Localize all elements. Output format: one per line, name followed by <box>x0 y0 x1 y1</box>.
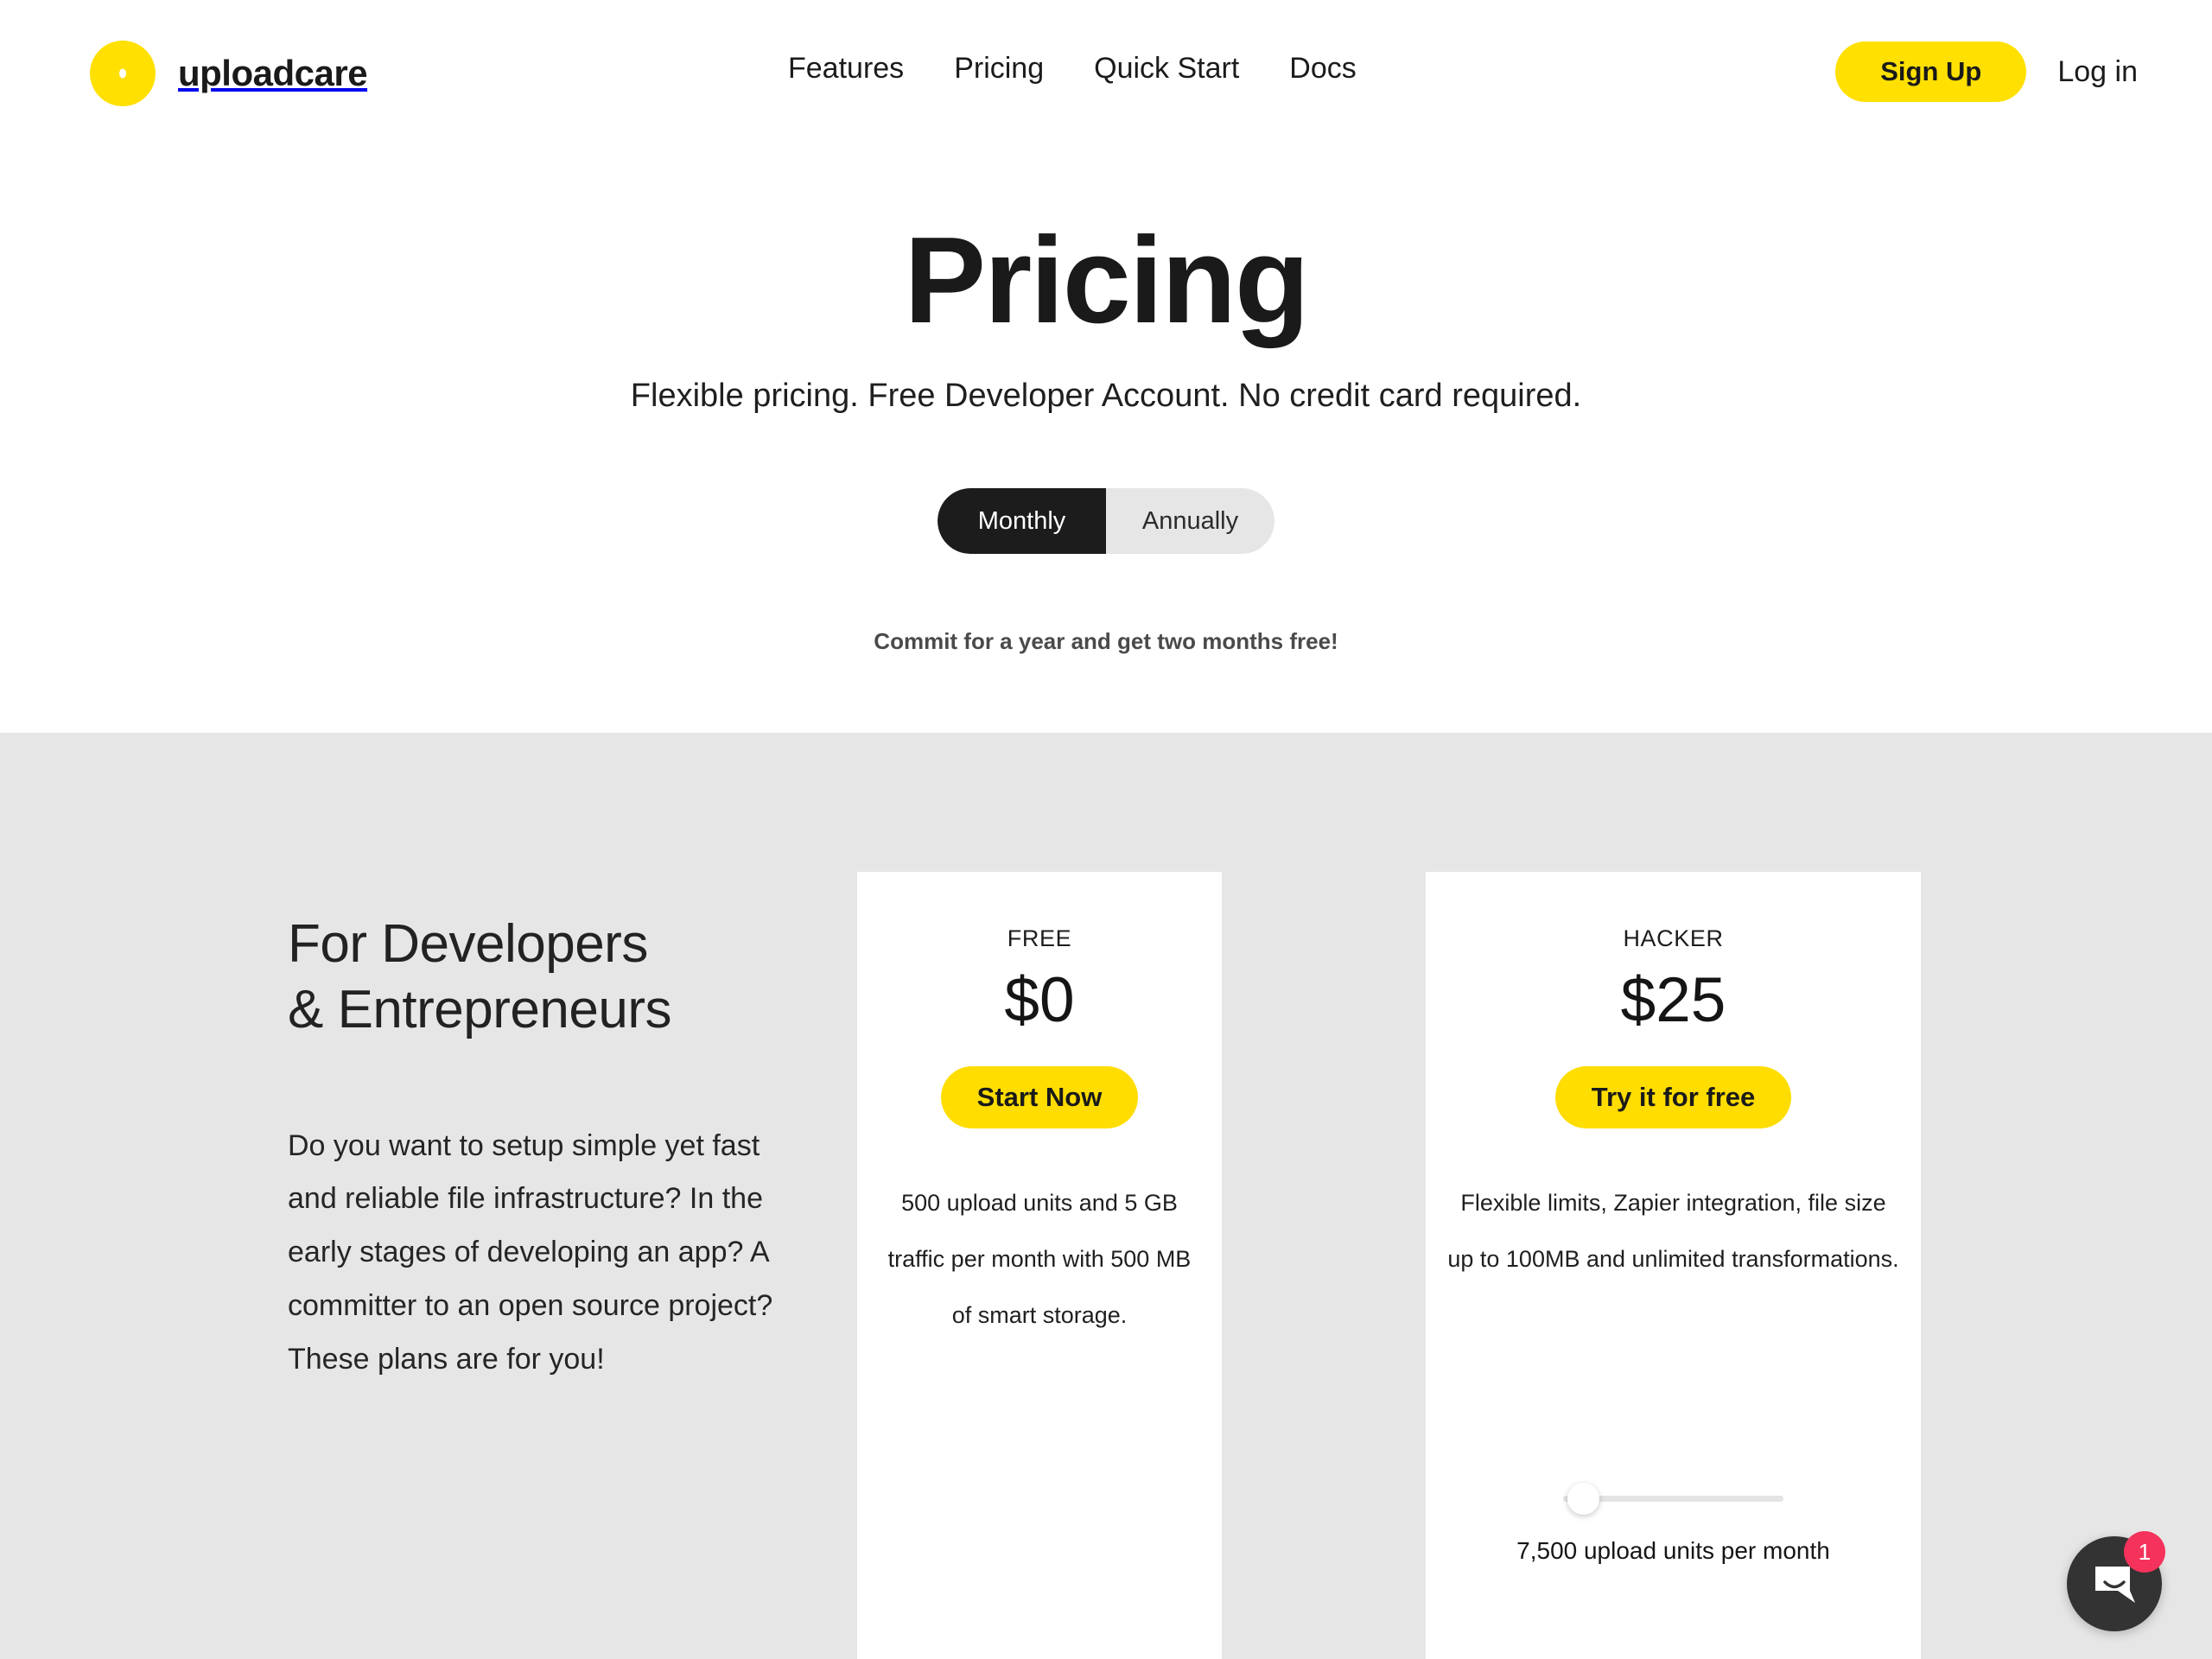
logo-link[interactable]: uploadcare <box>90 41 368 106</box>
nav-item-pricing[interactable]: Pricing <box>954 54 1044 83</box>
header-actions: Sign Up Log in <box>1835 41 2138 102</box>
plan-price-free: $0 <box>1004 965 1075 1035</box>
chat-launcher-button[interactable]: 1 <box>2067 1531 2165 1631</box>
logo-wordmark: uploadcare <box>178 53 368 93</box>
pricing-page: uploadcare Features Pricing Quick Start … <box>0 0 2212 1659</box>
plan-cta-hacker[interactable]: Try it for free <box>1554 1066 1792 1129</box>
plan-card-hacker: HACKER $25 Try it for free Flexible limi… <box>1426 872 1921 1659</box>
plan-price-hacker: $25 <box>1620 965 1726 1035</box>
chat-unread-badge: 1 <box>2124 1531 2165 1573</box>
toggle-option-annually[interactable]: Annually <box>1106 488 1274 554</box>
pricing-intro-body: Do you want to setup simple yet fast and… <box>288 1128 773 1376</box>
plan-usage-slider-area: 7,500 upload units per month <box>1426 1483 1921 1565</box>
uploadcare-logo-icon <box>90 41 156 106</box>
pricing-intro: For Developers & Entrepreneurs Do you wa… <box>288 912 841 1387</box>
chat-bubble-icon <box>2095 1567 2135 1603</box>
plan-description-free: 500 upload units and 5 GB traffic per mo… <box>887 1190 1192 1328</box>
nav-item-quick-start[interactable]: Quick Start <box>1094 54 1239 83</box>
main-navigation: Features Pricing Quick Start Docs <box>788 54 1357 83</box>
page-title: Pricing <box>904 212 1309 349</box>
toggle-option-monthly[interactable]: Monthly <box>938 488 1106 555</box>
plan-cta-free[interactable]: Start Now <box>940 1066 1139 1129</box>
slider-thumb[interactable] <box>1567 1483 1599 1515</box>
nav-item-features[interactable]: Features <box>788 54 904 83</box>
pricing-intro-title: For Developers & Entrepreneurs <box>288 912 841 1044</box>
hero-section: Pricing Flexible pricing. Free Developer… <box>0 151 2212 733</box>
upload-units-slider[interactable] <box>1563 1483 1783 1515</box>
plan-name-free: FREE <box>1007 925 1072 951</box>
intro-title-line-2: & Entrepreneurs <box>288 980 671 1040</box>
log-in-link[interactable]: Log in <box>2057 57 2138 86</box>
site-header: uploadcare Features Pricing Quick Start … <box>0 0 2212 151</box>
pricing-section: For Developers & Entrepreneurs Do you wa… <box>0 733 2212 1659</box>
page-subtitle: Flexible pricing. Free Developer Account… <box>630 378 1582 415</box>
nav-item-docs[interactable]: Docs <box>1289 54 1356 83</box>
plan-description-hacker: Flexible limits, Zapier integration, fil… <box>1447 1190 1899 1273</box>
sign-up-button[interactable]: Sign Up <box>1835 41 2027 102</box>
slider-value-caption: 7,500 upload units per month <box>1516 1537 1830 1564</box>
plan-card-free: FREE $0 Start Now 500 upload units and 5… <box>857 872 1222 1659</box>
intro-title-line-1: For Developers <box>288 914 648 974</box>
annual-discount-note: Commit for a year and get two months fre… <box>874 628 1338 655</box>
plan-name-hacker: HACKER <box>1623 925 1724 951</box>
billing-period-toggle[interactable]: Monthly Annually <box>938 488 1274 555</box>
